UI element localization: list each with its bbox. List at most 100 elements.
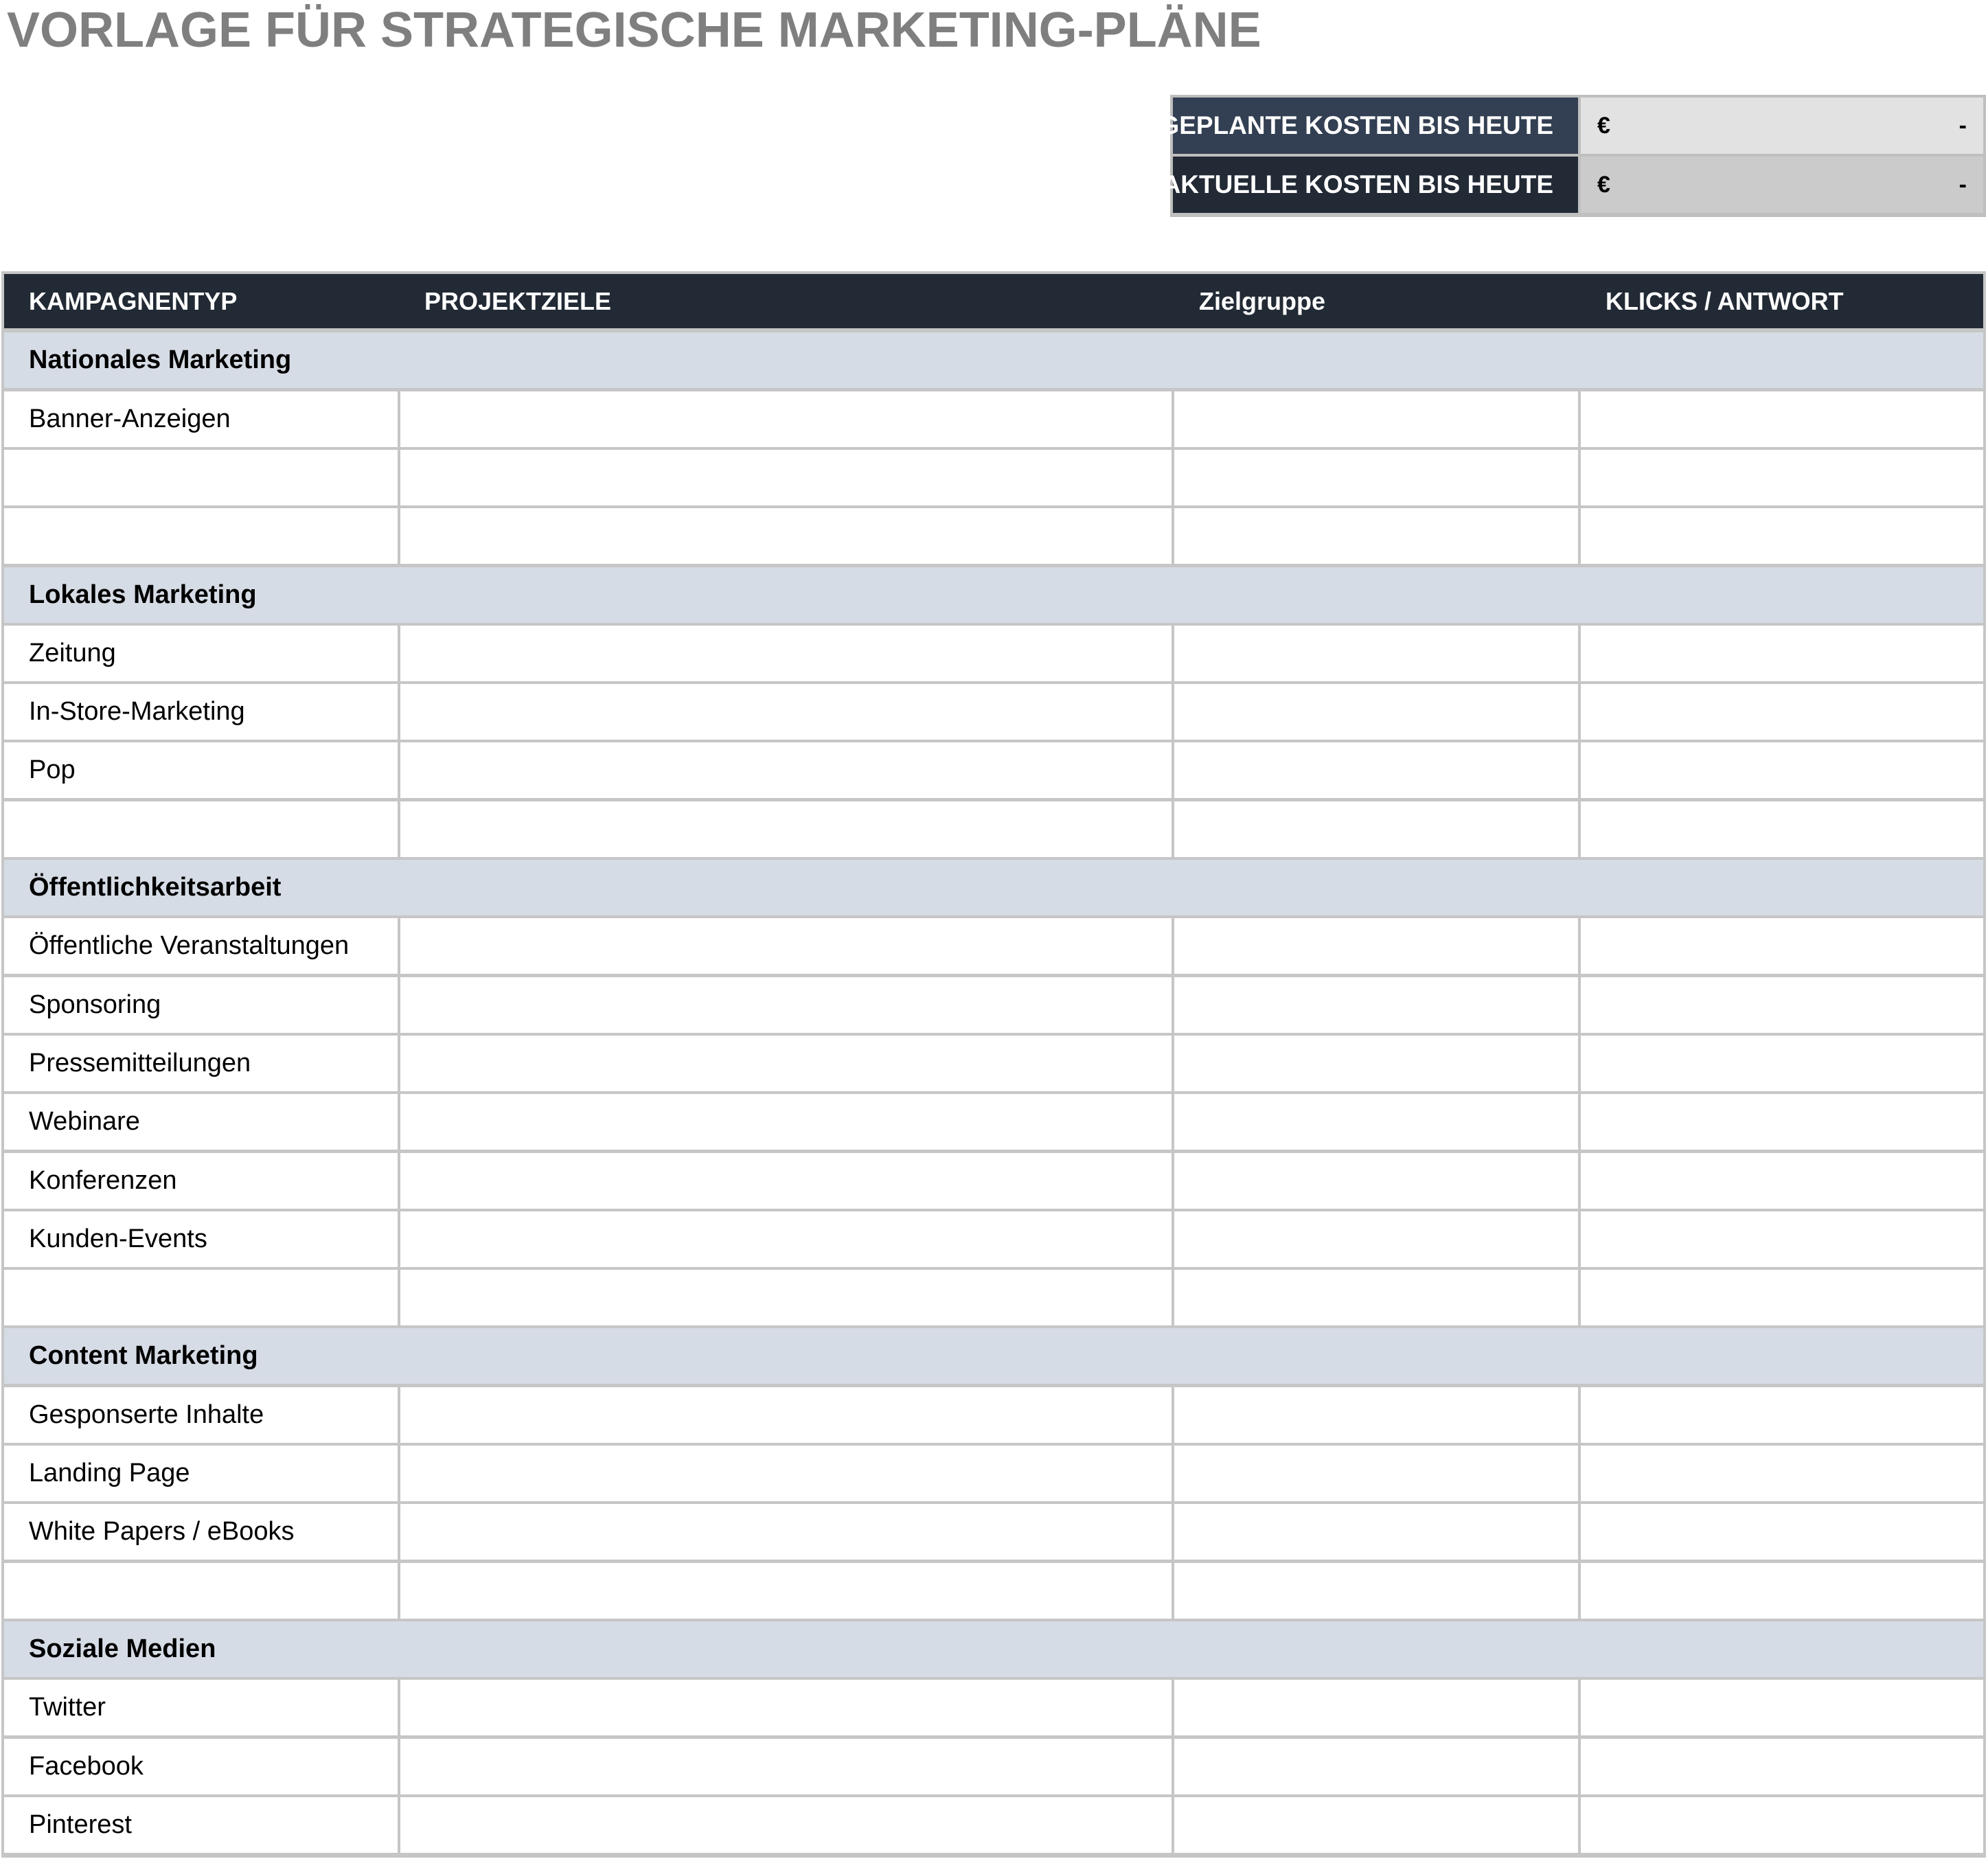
cell-projektziele[interactable] bbox=[400, 1211, 1172, 1267]
cell-zielgruppe[interactable] bbox=[1174, 626, 1578, 681]
cell-klicks-antwort[interactable] bbox=[1581, 1211, 1983, 1267]
campaign-type-label: Pressemitteilungen bbox=[29, 1049, 251, 1077]
cell-zielgruppe[interactable] bbox=[1174, 1797, 1578, 1853]
cell-projektziele[interactable] bbox=[400, 1153, 1172, 1209]
planned-costs-amount: - bbox=[1958, 113, 1967, 139]
cell-klicks-antwort[interactable] bbox=[1581, 1153, 1983, 1209]
actual-costs-row: AKTUELLE KOSTEN BIS HEUTE € - bbox=[1163, 157, 1983, 213]
cell-klicks-antwort[interactable] bbox=[1581, 1387, 1983, 1443]
cell-kampagnentyp[interactable] bbox=[4, 801, 398, 857]
cell-projektziele[interactable] bbox=[400, 977, 1172, 1033]
cell-projektziele[interactable] bbox=[400, 918, 1172, 974]
planned-costs-value-cell[interactable]: € - bbox=[1581, 98, 1983, 154]
cell-kampagnentyp[interactable]: Gesponserte Inhalte bbox=[4, 1387, 398, 1443]
cell-zielgruppe[interactable] bbox=[1174, 508, 1578, 564]
cell-kampagnentyp[interactable] bbox=[4, 450, 398, 505]
cell-kampagnentyp[interactable]: Konferenzen bbox=[4, 1153, 398, 1209]
cell-zielgruppe[interactable] bbox=[1174, 1270, 1578, 1325]
cell-zielgruppe[interactable] bbox=[1174, 1094, 1578, 1150]
cell-zielgruppe[interactable] bbox=[1174, 450, 1578, 505]
cell-kampagnentyp[interactable]: Pinterest bbox=[4, 1797, 398, 1853]
cell-zielgruppe[interactable] bbox=[1174, 1504, 1578, 1560]
cell-klicks-antwort[interactable] bbox=[1581, 1797, 1983, 1853]
cell-projektziele[interactable] bbox=[400, 1739, 1172, 1794]
cell-kampagnentyp[interactable]: Landing Page bbox=[4, 1446, 398, 1501]
cell-klicks-antwort[interactable] bbox=[1581, 1270, 1983, 1325]
cell-klicks-antwort[interactable] bbox=[1581, 391, 1983, 447]
actual-costs-currency: € bbox=[1597, 172, 1610, 198]
cell-kampagnentyp[interactable]: Banner-Anzeigen bbox=[4, 391, 398, 447]
cell-klicks-antwort[interactable] bbox=[1581, 1036, 1983, 1091]
section-title: Öffentlichkeitsarbeit bbox=[29, 873, 282, 902]
cell-projektziele[interactable] bbox=[400, 1094, 1172, 1150]
table-header: KAMPAGNENTYP PROJEKTZIELE Zielgruppe KLI… bbox=[4, 274, 1983, 328]
cell-zielgruppe[interactable] bbox=[1174, 1153, 1578, 1209]
cell-zielgruppe[interactable] bbox=[1174, 742, 1578, 798]
cell-kampagnentyp[interactable]: Twitter bbox=[4, 1680, 398, 1735]
cell-klicks-antwort[interactable] bbox=[1581, 918, 1983, 974]
cell-klicks-antwort[interactable] bbox=[1581, 508, 1983, 564]
cell-kampagnentyp[interactable]: Kunden-Events bbox=[4, 1211, 398, 1267]
cell-zielgruppe[interactable] bbox=[1174, 1211, 1578, 1267]
cell-zielgruppe[interactable] bbox=[1174, 684, 1578, 740]
cell-kampagnentyp[interactable]: Facebook bbox=[4, 1739, 398, 1794]
cell-projektziele[interactable] bbox=[400, 1680, 1172, 1735]
planned-costs-row: GEPLANTE KOSTEN BIS HEUTE € - bbox=[1159, 98, 1983, 154]
campaign-type-label: Pop bbox=[29, 755, 76, 784]
cell-kampagnentyp[interactable]: Webinare bbox=[4, 1094, 398, 1150]
cell-projektziele[interactable] bbox=[400, 742, 1172, 798]
cell-zielgruppe[interactable] bbox=[1174, 391, 1578, 447]
cell-klicks-antwort[interactable] bbox=[1581, 1504, 1983, 1560]
campaign-type-label: Pinterest bbox=[29, 1810, 132, 1839]
cell-klicks-antwort[interactable] bbox=[1581, 1094, 1983, 1150]
cell-projektziele[interactable] bbox=[400, 1446, 1172, 1501]
cell-projektziele[interactable] bbox=[400, 391, 1172, 447]
cell-projektziele[interactable] bbox=[400, 1036, 1172, 1091]
cell-kampagnentyp[interactable]: Pressemitteilungen bbox=[4, 1036, 398, 1091]
cell-kampagnentyp[interactable]: Sponsoring bbox=[4, 977, 398, 1033]
campaign-type-label: Webinare bbox=[29, 1107, 140, 1136]
cell-projektziele[interactable] bbox=[400, 1563, 1172, 1619]
cell-klicks-antwort[interactable] bbox=[1581, 684, 1983, 740]
cell-zielgruppe[interactable] bbox=[1174, 1387, 1578, 1443]
cell-projektziele[interactable] bbox=[400, 684, 1172, 740]
section-title: Soziale Medien bbox=[29, 1634, 216, 1663]
cell-klicks-antwort[interactable] bbox=[1581, 450, 1983, 505]
cell-projektziele[interactable] bbox=[400, 1504, 1172, 1560]
section-title: Nationales Marketing bbox=[29, 345, 292, 374]
cell-projektziele[interactable] bbox=[400, 626, 1172, 681]
cell-zielgruppe[interactable] bbox=[1174, 1446, 1578, 1501]
cell-kampagnentyp[interactable]: White Papers / eBooks bbox=[4, 1504, 398, 1560]
cell-zielgruppe[interactable] bbox=[1174, 801, 1578, 857]
cell-klicks-antwort[interactable] bbox=[1581, 742, 1983, 798]
cell-zielgruppe[interactable] bbox=[1174, 1680, 1578, 1735]
cell-projektziele[interactable] bbox=[400, 1797, 1172, 1853]
cell-zielgruppe[interactable] bbox=[1174, 1036, 1578, 1091]
cell-kampagnentyp[interactable] bbox=[4, 1563, 398, 1619]
cell-kampagnentyp[interactable] bbox=[4, 508, 398, 564]
cell-kampagnentyp[interactable] bbox=[4, 1270, 398, 1325]
cell-klicks-antwort[interactable] bbox=[1581, 1680, 1983, 1735]
cell-klicks-antwort[interactable] bbox=[1581, 1563, 1983, 1619]
cell-projektziele[interactable] bbox=[400, 450, 1172, 505]
cell-klicks-antwort[interactable] bbox=[1581, 801, 1983, 857]
cell-zielgruppe[interactable] bbox=[1174, 1563, 1578, 1619]
cell-projektziele[interactable] bbox=[400, 1387, 1172, 1443]
cell-projektziele[interactable] bbox=[400, 1270, 1172, 1325]
campaign-type-label: Facebook bbox=[29, 1752, 144, 1781]
cell-kampagnentyp[interactable]: In-Store-Marketing bbox=[4, 684, 398, 740]
cell-zielgruppe[interactable] bbox=[1174, 977, 1578, 1033]
cell-kampagnentyp[interactable]: Öffentliche Veranstaltungen bbox=[4, 918, 398, 974]
cell-kampagnentyp[interactable]: Pop bbox=[4, 742, 398, 798]
actual-costs-value-cell[interactable]: € - bbox=[1581, 157, 1983, 213]
cell-projektziele[interactable] bbox=[400, 801, 1172, 857]
cell-klicks-antwort[interactable] bbox=[1581, 977, 1983, 1033]
cell-zielgruppe[interactable] bbox=[1174, 918, 1578, 974]
cell-klicks-antwort[interactable] bbox=[1581, 1446, 1983, 1501]
cell-kampagnentyp[interactable]: Zeitung bbox=[4, 626, 398, 681]
cell-zielgruppe[interactable] bbox=[1174, 1739, 1578, 1794]
cell-projektziele[interactable] bbox=[400, 508, 1172, 564]
section-title: Lokales Marketing bbox=[29, 580, 257, 609]
cell-klicks-antwort[interactable] bbox=[1581, 1739, 1983, 1794]
cell-klicks-antwort[interactable] bbox=[1581, 626, 1983, 681]
